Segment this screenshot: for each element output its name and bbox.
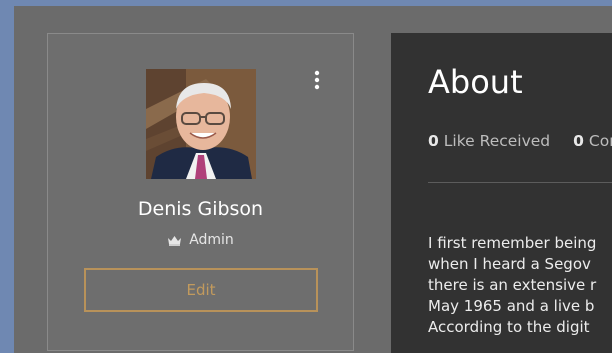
role-label: Admin xyxy=(189,232,234,248)
bio-line: when I heard a Segov xyxy=(428,255,591,273)
profile-card: Denis Gibson Admin Edit xyxy=(47,33,354,351)
avatar[interactable] xyxy=(146,69,256,179)
stats-row: 0Like Received 0Con xyxy=(428,132,612,150)
profile-role: Admin xyxy=(48,232,353,248)
crown-icon xyxy=(168,235,182,246)
edit-button[interactable]: Edit xyxy=(84,268,318,312)
divider xyxy=(428,182,612,183)
bio-line: May 1965 and a live b xyxy=(428,297,595,315)
stat-likes-received[interactable]: 0 Like Received xyxy=(428,132,550,150)
stat-second[interactable]: 0Con xyxy=(573,132,612,150)
bio-line: there is an extensive r xyxy=(428,276,597,294)
bio-line: According to the digit xyxy=(428,318,590,336)
profile-name: Denis Gibson xyxy=(137,198,264,220)
profile-menu-button[interactable] xyxy=(306,68,328,92)
avatar-photo xyxy=(146,69,256,179)
about-title: About xyxy=(428,63,523,101)
bio-line: I first remember being xyxy=(428,234,597,252)
kebab-menu-icon xyxy=(314,70,320,90)
about-panel: About 0Like Received 0Con I first rememb… xyxy=(391,33,612,353)
about-bio: I first remember being when I heard a Se… xyxy=(428,233,612,338)
